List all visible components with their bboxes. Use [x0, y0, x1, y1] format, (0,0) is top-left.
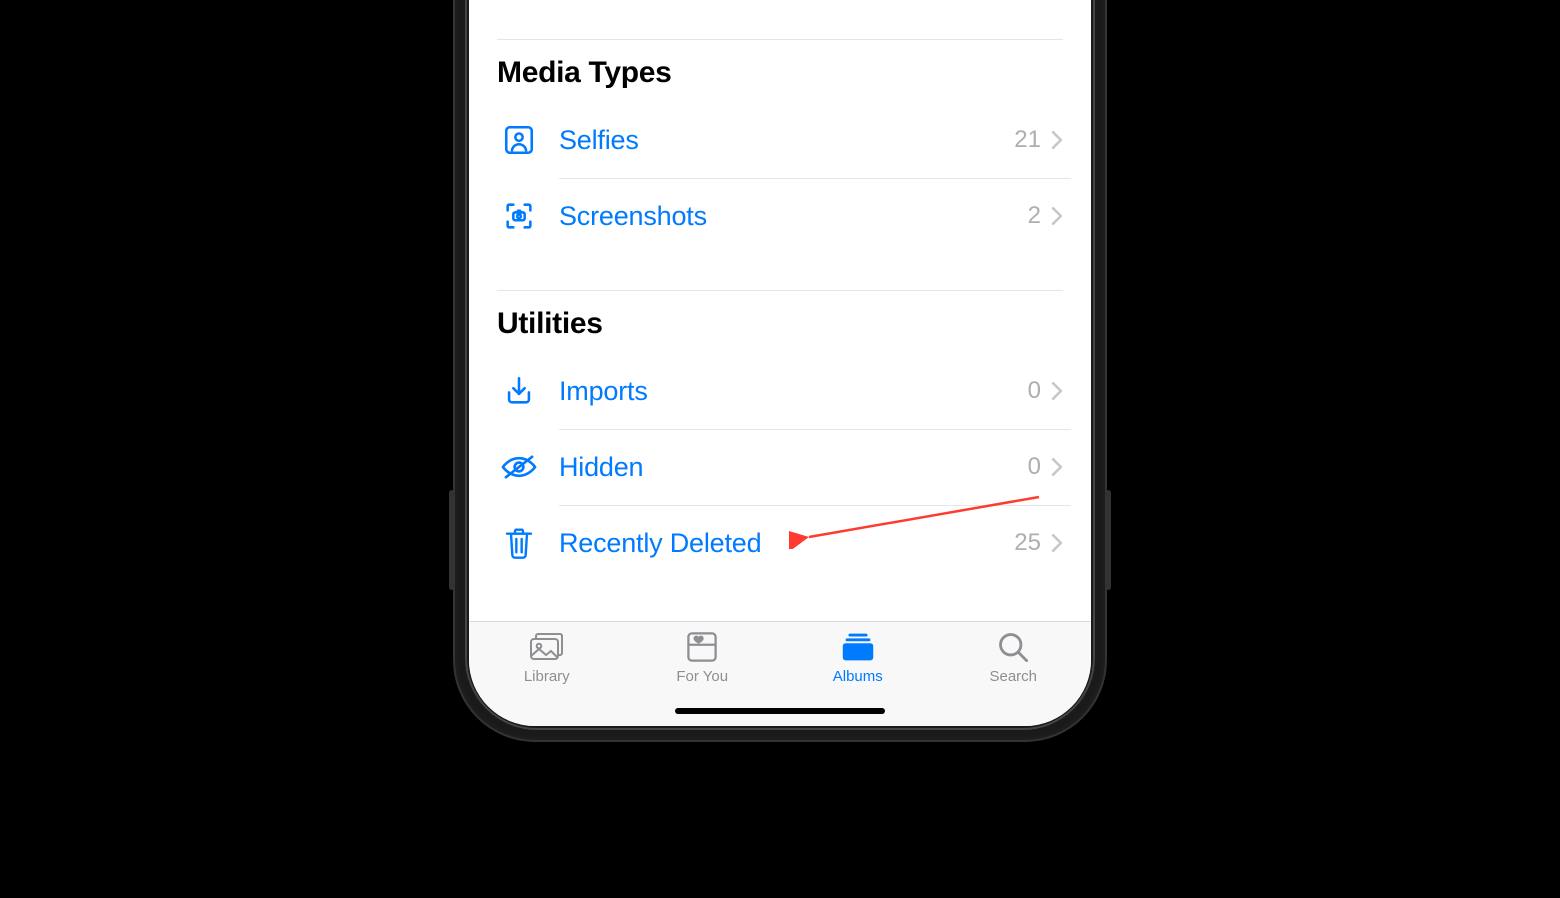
tab-label: For You: [676, 668, 728, 685]
row-count: 0: [1028, 453, 1041, 481]
albums-content: Media Types Selfies 21: [469, 0, 1091, 621]
trash-icon: [497, 521, 541, 565]
chevron-right-icon: [1051, 382, 1063, 400]
row-recently-deleted[interactable]: Recently Deleted 25: [469, 505, 1091, 581]
for-you-icon: [682, 630, 722, 664]
albums-icon: [838, 630, 878, 664]
hidden-icon: [497, 445, 541, 489]
tab-search[interactable]: Search: [953, 630, 1073, 685]
screenshots-icon: [497, 194, 541, 238]
row-label: Hidden: [559, 452, 1028, 483]
row-count: 0: [1028, 377, 1041, 405]
section-header-media-types: Media Types: [469, 40, 1091, 102]
side-button-left: [449, 490, 455, 590]
screen: Media Types Selfies 21: [469, 0, 1091, 726]
tab-label: Search: [989, 668, 1037, 685]
search-icon: [993, 630, 1033, 664]
section-header-utilities: Utilities: [469, 291, 1091, 353]
tab-label: Albums: [833, 668, 883, 685]
row-label: Imports: [559, 376, 1028, 407]
row-label: Selfies: [559, 125, 1014, 156]
imports-icon: [497, 369, 541, 413]
section-gap: [469, 254, 1091, 290]
row-count: 21: [1014, 126, 1041, 154]
row-label: Recently Deleted: [559, 528, 1014, 559]
chevron-right-icon: [1051, 534, 1063, 552]
row-count: 25: [1014, 529, 1041, 557]
phone-frame: Media Types Selfies 21: [455, 0, 1105, 740]
tab-for-you[interactable]: For You: [642, 630, 762, 685]
side-button-right: [1105, 490, 1111, 590]
row-selfies[interactable]: Selfies 21: [469, 102, 1091, 178]
row-label: Screenshots: [559, 201, 1028, 232]
tab-label: Library: [524, 668, 570, 685]
row-hidden[interactable]: Hidden 0: [469, 429, 1091, 505]
chevron-right-icon: [1051, 131, 1063, 149]
row-screenshots[interactable]: Screenshots 2: [469, 178, 1091, 254]
chevron-right-icon: [1051, 458, 1063, 476]
row-count: 2: [1028, 202, 1041, 230]
home-indicator[interactable]: [675, 708, 885, 714]
selfies-icon: [497, 118, 541, 162]
tab-library[interactable]: Library: [487, 630, 607, 685]
chevron-right-icon: [1051, 207, 1063, 225]
row-imports[interactable]: Imports 0: [469, 353, 1091, 429]
tab-albums[interactable]: Albums: [798, 630, 918, 685]
library-icon: [527, 630, 567, 664]
